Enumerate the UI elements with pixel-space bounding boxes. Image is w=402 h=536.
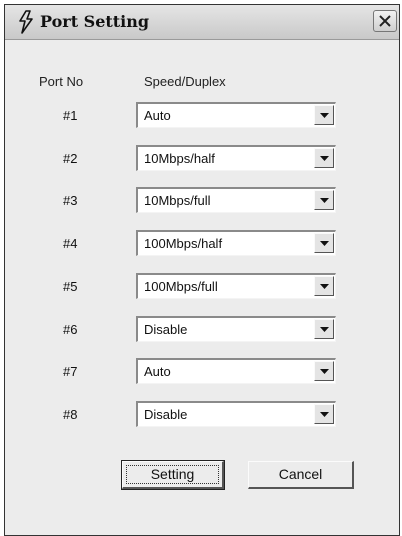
port-label: #8	[63, 407, 78, 422]
lightning-icon	[17, 10, 35, 34]
setting-button-label: Setting	[150, 466, 195, 482]
port-label: #1	[63, 108, 78, 123]
port-label: #2	[63, 151, 78, 166]
speed-duplex-select[interactable]: Disable	[136, 316, 336, 342]
selected-value: 100Mbps/half	[144, 236, 223, 251]
chevron-down-icon[interactable]	[314, 404, 334, 424]
cancel-button-label: Cancel	[278, 466, 323, 482]
chevron-down-icon[interactable]	[314, 361, 334, 381]
chevron-down-icon[interactable]	[314, 148, 334, 168]
speed-duplex-select[interactable]: Auto	[136, 358, 336, 384]
speed-duplex-select[interactable]: 10Mbps/half	[136, 145, 336, 171]
speed-duplex-select[interactable]: Auto	[136, 102, 336, 128]
selected-value: Disable	[144, 322, 188, 337]
port-setting-dialog: Port Setting Port No Speed/Duplex #1 Auto…	[4, 4, 400, 536]
speed-duplex-select[interactable]: 100Mbps/full	[136, 273, 336, 299]
port-label: #7	[63, 364, 78, 379]
close-icon	[379, 15, 391, 27]
port-no-header: Port No	[39, 74, 84, 89]
selected-value: Auto	[144, 364, 171, 379]
speed-duplex-select[interactable]: 100Mbps/half	[136, 230, 336, 256]
selected-value: Disable	[144, 407, 188, 422]
chevron-down-icon[interactable]	[314, 319, 334, 339]
close-button[interactable]	[373, 10, 397, 32]
selected-value: 10Mbps/full	[144, 193, 211, 208]
chevron-down-icon[interactable]	[314, 233, 334, 253]
speed-duplex-select[interactable]: 10Mbps/full	[136, 187, 336, 213]
setting-button[interactable]: Setting	[121, 460, 225, 490]
cancel-button[interactable]: Cancel	[248, 461, 354, 489]
selected-value: Auto	[144, 108, 171, 123]
title-bar: Port Setting	[5, 5, 399, 40]
speed-duplex-select[interactable]: Disable	[136, 401, 336, 427]
selected-value: 10Mbps/half	[144, 151, 215, 166]
port-label: #6	[63, 322, 78, 337]
port-label: #5	[63, 279, 78, 294]
speed-duplex-header: Speed/Duplex	[144, 74, 226, 89]
chevron-down-icon[interactable]	[314, 105, 334, 125]
port-label: #3	[63, 193, 78, 208]
selected-value: 100Mbps/full	[144, 279, 218, 294]
chevron-down-icon[interactable]	[314, 276, 334, 296]
window-title: Port Setting	[40, 12, 150, 31]
port-label: #4	[63, 236, 78, 251]
chevron-down-icon[interactable]	[314, 190, 334, 210]
